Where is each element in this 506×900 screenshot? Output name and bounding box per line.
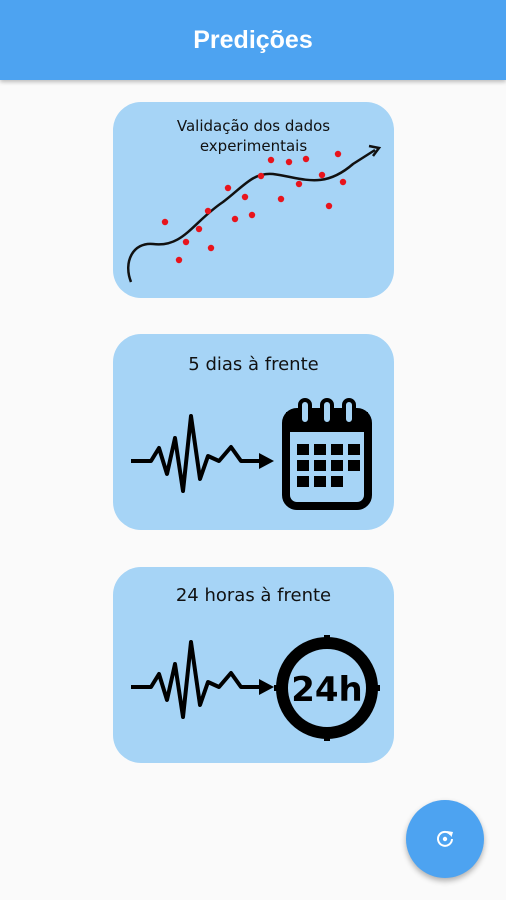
clock-24h-text: 24h [291, 670, 363, 710]
signal-arrow-icon [131, 414, 274, 493]
app-bar: Predições [0, 0, 506, 80]
refresh-icon [437, 830, 453, 847]
page-title: Predições [193, 26, 313, 54]
signal-clock-graphic: 24h [131, 635, 380, 741]
clock-24h-icon: 24h [274, 635, 380, 741]
five-days-card[interactable]: 5 dias à frente [113, 334, 394, 530]
calendar-icon [282, 398, 372, 510]
trend-scatter-icon [126, 144, 382, 283]
signal-arrow-icon [131, 640, 274, 719]
signal-calendar-graphic [131, 398, 372, 510]
validation-card[interactable]: Validação dos dados experimentais [113, 102, 394, 298]
refresh-button[interactable] [406, 800, 484, 878]
twenty-four-hours-card[interactable]: 24 horas à frente 24h [113, 567, 394, 763]
